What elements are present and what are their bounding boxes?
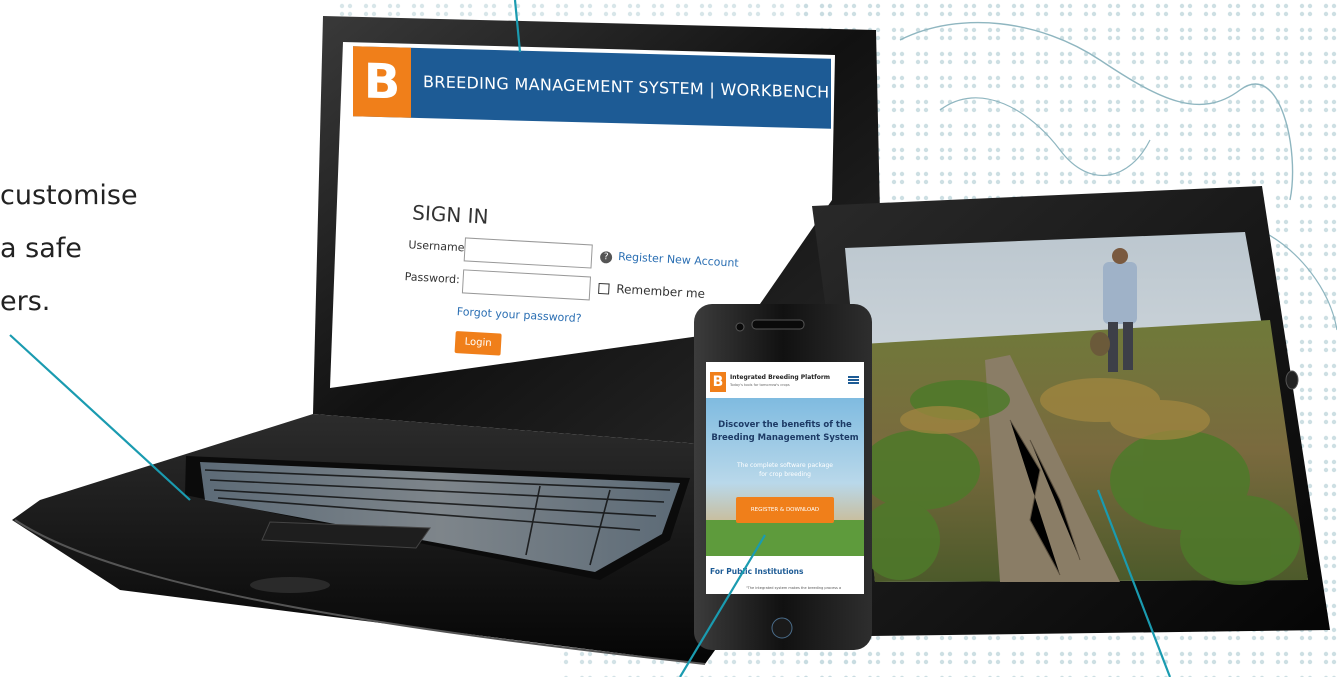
callout-line-laptop <box>9 334 191 501</box>
callout-line-phone <box>679 534 766 677</box>
callout-lines <box>9 0 1172 677</box>
callout-line-top <box>513 0 522 53</box>
composite-scene: customise a safe ers. B BREEDING MANAGEM… <box>0 0 1337 677</box>
callout-line-tablet <box>1096 489 1172 677</box>
